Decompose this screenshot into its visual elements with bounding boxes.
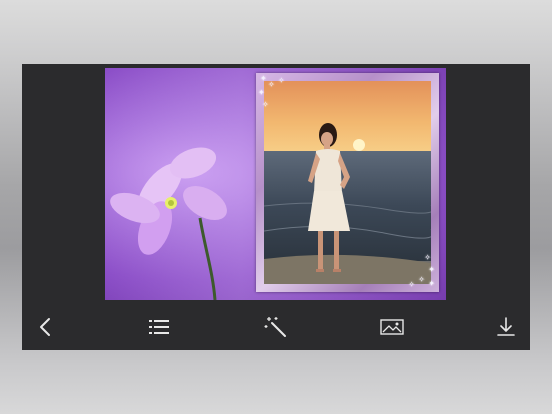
app-panel: ✦ ✧ ✦ ✧ ✧ ✦ ✧ ✦ ✧ ✧ <box>22 64 530 350</box>
sparkle-decoration: ✦ <box>428 265 435 274</box>
image-icon <box>380 319 404 335</box>
save-button[interactable] <box>491 312 521 342</box>
sparkle-decoration: ✧ <box>418 275 425 284</box>
sparkle-decoration: ✧ <box>268 80 275 89</box>
bottom-toolbar <box>22 304 530 350</box>
framed-photo <box>264 81 431 284</box>
download-icon <box>497 317 515 336</box>
sparkle-decoration: ✧ <box>262 100 269 109</box>
magic-wand-icon <box>264 317 286 337</box>
sparkle-decoration: ✧ <box>408 280 415 289</box>
photo-frame-canvas: ✦ ✧ ✦ ✧ ✧ ✦ ✧ ✦ ✧ ✧ <box>105 68 446 300</box>
gallery-button[interactable] <box>377 312 407 342</box>
sparkle-decoration: ✧ <box>424 253 431 262</box>
decorative-frame: ✦ ✧ ✦ ✧ ✧ ✦ ✧ ✦ ✧ ✧ <box>256 73 439 292</box>
purple-flower-decoration <box>110 147 227 300</box>
sparkle-decoration: ✧ <box>278 76 285 85</box>
sparkle-decoration: ✦ <box>258 88 265 97</box>
chevron-left-icon <box>40 318 50 336</box>
effects-button[interactable] <box>261 312 291 342</box>
sparkle-decoration: ✦ <box>428 279 435 288</box>
list-icon <box>149 320 169 334</box>
frames-list-button[interactable] <box>144 312 174 342</box>
sparkle-decoration: ✦ <box>260 74 267 83</box>
back-button[interactable] <box>31 312 61 342</box>
